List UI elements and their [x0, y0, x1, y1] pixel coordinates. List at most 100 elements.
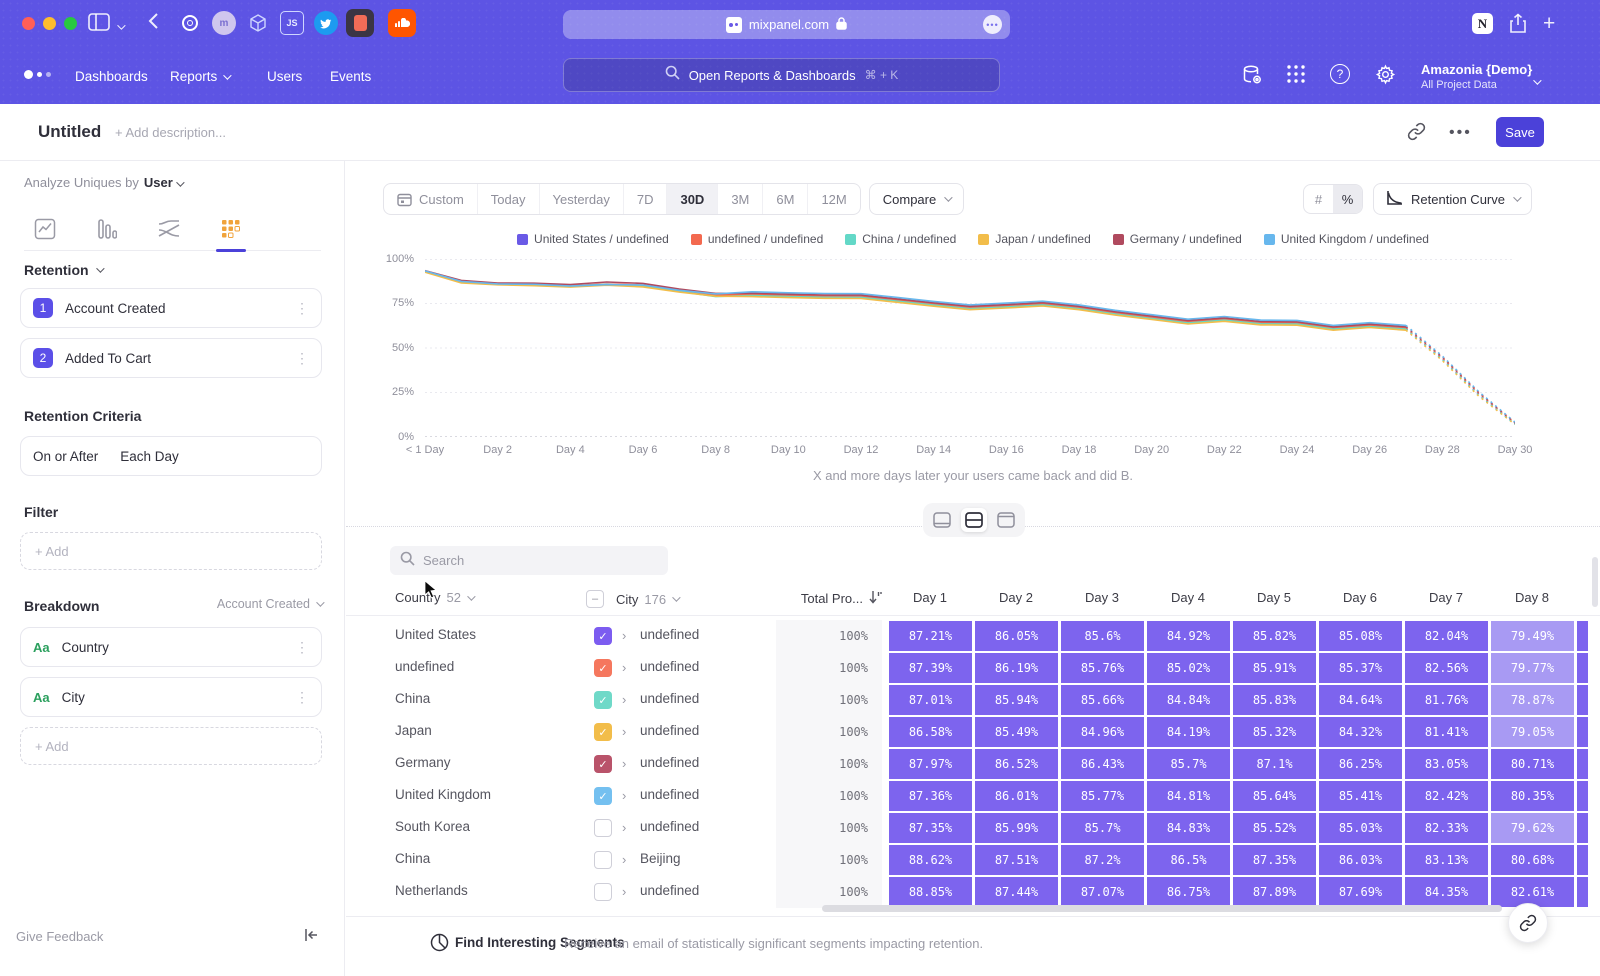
- tab-overview-chevron-icon[interactable]: [117, 17, 123, 35]
- table-row[interactable]: China›Beijing100%88.62%87.51%87.2%86.5%8…: [346, 844, 1600, 876]
- row-checkbox[interactable]: ✓: [594, 691, 612, 709]
- legend-item[interactable]: undefined / undefined: [691, 232, 823, 246]
- table-search-input[interactable]: [423, 553, 643, 568]
- row-checkbox[interactable]: ✓: [594, 627, 612, 645]
- data-management-icon[interactable]: [1241, 64, 1263, 91]
- horizontal-scrollbar[interactable]: [822, 905, 1502, 912]
- retention-value-cell[interactable]: 87.89%: [1233, 877, 1316, 907]
- retention-value-cell[interactable]: 87.39%: [889, 653, 972, 683]
- day-column-header[interactable]: Day 4: [1145, 590, 1231, 605]
- retention-value-cell[interactable]: 84.35%: [1405, 877, 1488, 907]
- range-yesterday[interactable]: Yesterday: [539, 184, 623, 214]
- address-more-icon[interactable]: •••: [983, 15, 1002, 34]
- breakdown-menu-icon[interactable]: ⋮: [295, 689, 309, 706]
- retention-value-cell[interactable]: 85.08%: [1319, 621, 1402, 651]
- save-button[interactable]: Save: [1496, 117, 1544, 147]
- range-custom[interactable]: Custom: [384, 184, 477, 214]
- expand-row-icon[interactable]: ›: [622, 756, 626, 771]
- js-extension-icon[interactable]: JS: [280, 11, 304, 35]
- retention-value-cell[interactable]: 85.41%: [1319, 781, 1402, 811]
- retention-value-cell[interactable]: 87.51%: [975, 845, 1058, 875]
- retention-value-cell[interactable]: 85.82%: [1233, 621, 1316, 651]
- day-column-header[interactable]: Day 3: [1059, 590, 1145, 605]
- bird-extension-icon[interactable]: [314, 11, 338, 35]
- retention-value-cell[interactable]: 84.92%: [1147, 621, 1230, 651]
- retention-value-cell[interactable]: 86.58%: [889, 717, 972, 747]
- row-checkbox[interactable]: [594, 883, 612, 901]
- chart-type-select[interactable]: Retention Curve: [1373, 183, 1532, 215]
- expand-row-icon[interactable]: ›: [622, 724, 626, 739]
- retention-value-cell[interactable]: 87.35%: [889, 813, 972, 843]
- report-title[interactable]: Untitled: [38, 122, 101, 142]
- retention-value-cell[interactable]: 86.5%: [1147, 845, 1230, 875]
- retention-value-cell[interactable]: 82.33%: [1405, 813, 1488, 843]
- expand-row-icon[interactable]: ›: [622, 884, 626, 899]
- retention-value-cell[interactable]: 86.52%: [975, 749, 1058, 779]
- retention-value-cell[interactable]: 87.01%: [889, 685, 972, 715]
- back-icon[interactable]: [148, 12, 159, 35]
- notion-icon[interactable]: N: [1472, 13, 1493, 34]
- criteria-condition[interactable]: On or After: [33, 449, 98, 464]
- day-column-header[interactable]: Day 5: [1231, 590, 1317, 605]
- retention-value-cell[interactable]: 85.7%: [1061, 813, 1144, 843]
- range-12m[interactable]: 12M: [807, 184, 859, 214]
- retention-value-cell[interactable]: 87.97%: [889, 749, 972, 779]
- retention-value-cell[interactable]: 85.32%: [1233, 717, 1316, 747]
- retention-line-chart[interactable]: [425, 259, 1515, 438]
- breakdown-menu-icon[interactable]: ⋮: [295, 639, 309, 656]
- retention-value-cell[interactable]: 85.02%: [1147, 653, 1230, 683]
- expand-row-icon[interactable]: ›: [622, 660, 626, 675]
- retention-value-cell[interactable]: 88.62%: [889, 845, 972, 875]
- legend-item[interactable]: United Kingdom / undefined: [1264, 232, 1429, 246]
- range-today[interactable]: Today: [477, 184, 539, 214]
- global-search[interactable]: Open Reports & Dashboards ⌘ + K: [563, 58, 1000, 92]
- avatar-extension-icon[interactable]: m: [212, 11, 236, 35]
- retention-value-cell[interactable]: 87.07%: [1061, 877, 1144, 907]
- range-3m[interactable]: 3M: [717, 184, 762, 214]
- retention-value-cell[interactable]: 84.32%: [1319, 717, 1402, 747]
- day-column-header[interactable]: Day 1: [887, 590, 973, 605]
- legend-item[interactable]: Japan / undefined: [978, 232, 1090, 246]
- range-7d[interactable]: 7D: [623, 184, 667, 214]
- percent-toggle[interactable]: %: [1333, 185, 1362, 213]
- retention-value-cell[interactable]: 86.01%: [975, 781, 1058, 811]
- retention-criteria-control[interactable]: On or After Each Day: [20, 436, 322, 476]
- breakdown-city[interactable]: Aa City ⋮: [20, 677, 322, 717]
- retention-value-cell[interactable]: 84.83%: [1147, 813, 1230, 843]
- retention-value-cell[interactable]: 88.85%: [889, 877, 972, 907]
- table-row[interactable]: Netherlands›undefined100%88.85%87.44%87.…: [346, 876, 1600, 908]
- retention-value-cell[interactable]: 80.71%: [1491, 749, 1574, 779]
- retention-value-cell[interactable]: 85.66%: [1061, 685, 1144, 715]
- city-column-header[interactable]: –City176: [586, 590, 678, 608]
- retention-value-cell[interactable]: 84.64%: [1319, 685, 1402, 715]
- retention-step-2[interactable]: 2 Added To Cart ⋮: [20, 338, 322, 378]
- compare-button[interactable]: Compare: [869, 183, 964, 215]
- expand-row-icon[interactable]: ›: [622, 692, 626, 707]
- table-row[interactable]: United States✓›undefined100%87.21%86.05%…: [346, 620, 1600, 652]
- tab-retention[interactable]: [210, 207, 252, 250]
- retention-value-cell[interactable]: 86.19%: [975, 653, 1058, 683]
- apps-grid-icon[interactable]: [1286, 64, 1306, 89]
- row-checkbox[interactable]: ✓: [594, 659, 612, 677]
- analyze-uniques-control[interactable]: Analyze Uniques byUser: [24, 175, 182, 190]
- total-column-header[interactable]: Total Pro...: [770, 590, 882, 607]
- expand-row-icon[interactable]: ›: [622, 628, 626, 643]
- legend-item[interactable]: China / undefined: [845, 232, 956, 246]
- breakdown-country[interactable]: Aa Country ⋮: [20, 627, 322, 667]
- retention-value-cell[interactable]: 87.2%: [1061, 845, 1144, 875]
- step-menu-icon[interactable]: ⋮: [295, 300, 309, 317]
- criteria-value[interactable]: Each Day: [120, 449, 179, 464]
- retention-value-cell[interactable]: 85.64%: [1233, 781, 1316, 811]
- retention-value-cell[interactable]: 85.49%: [975, 717, 1058, 747]
- retention-value-cell[interactable]: 87.1%: [1233, 749, 1316, 779]
- producthunt-extension-icon[interactable]: [346, 9, 374, 37]
- retention-value-cell[interactable]: 82.61%: [1491, 877, 1574, 907]
- tab-insights[interactable]: [24, 207, 66, 250]
- retention-value-cell[interactable]: 84.96%: [1061, 717, 1144, 747]
- retention-value-cell[interactable]: 79.49%: [1491, 621, 1574, 651]
- retention-value-cell[interactable]: 84.84%: [1147, 685, 1230, 715]
- give-feedback-link[interactable]: Give Feedback: [16, 929, 103, 944]
- table-search[interactable]: [390, 546, 668, 575]
- onepassword-extension-icon[interactable]: [178, 11, 202, 35]
- retention-value-cell[interactable]: 85.99%: [975, 813, 1058, 843]
